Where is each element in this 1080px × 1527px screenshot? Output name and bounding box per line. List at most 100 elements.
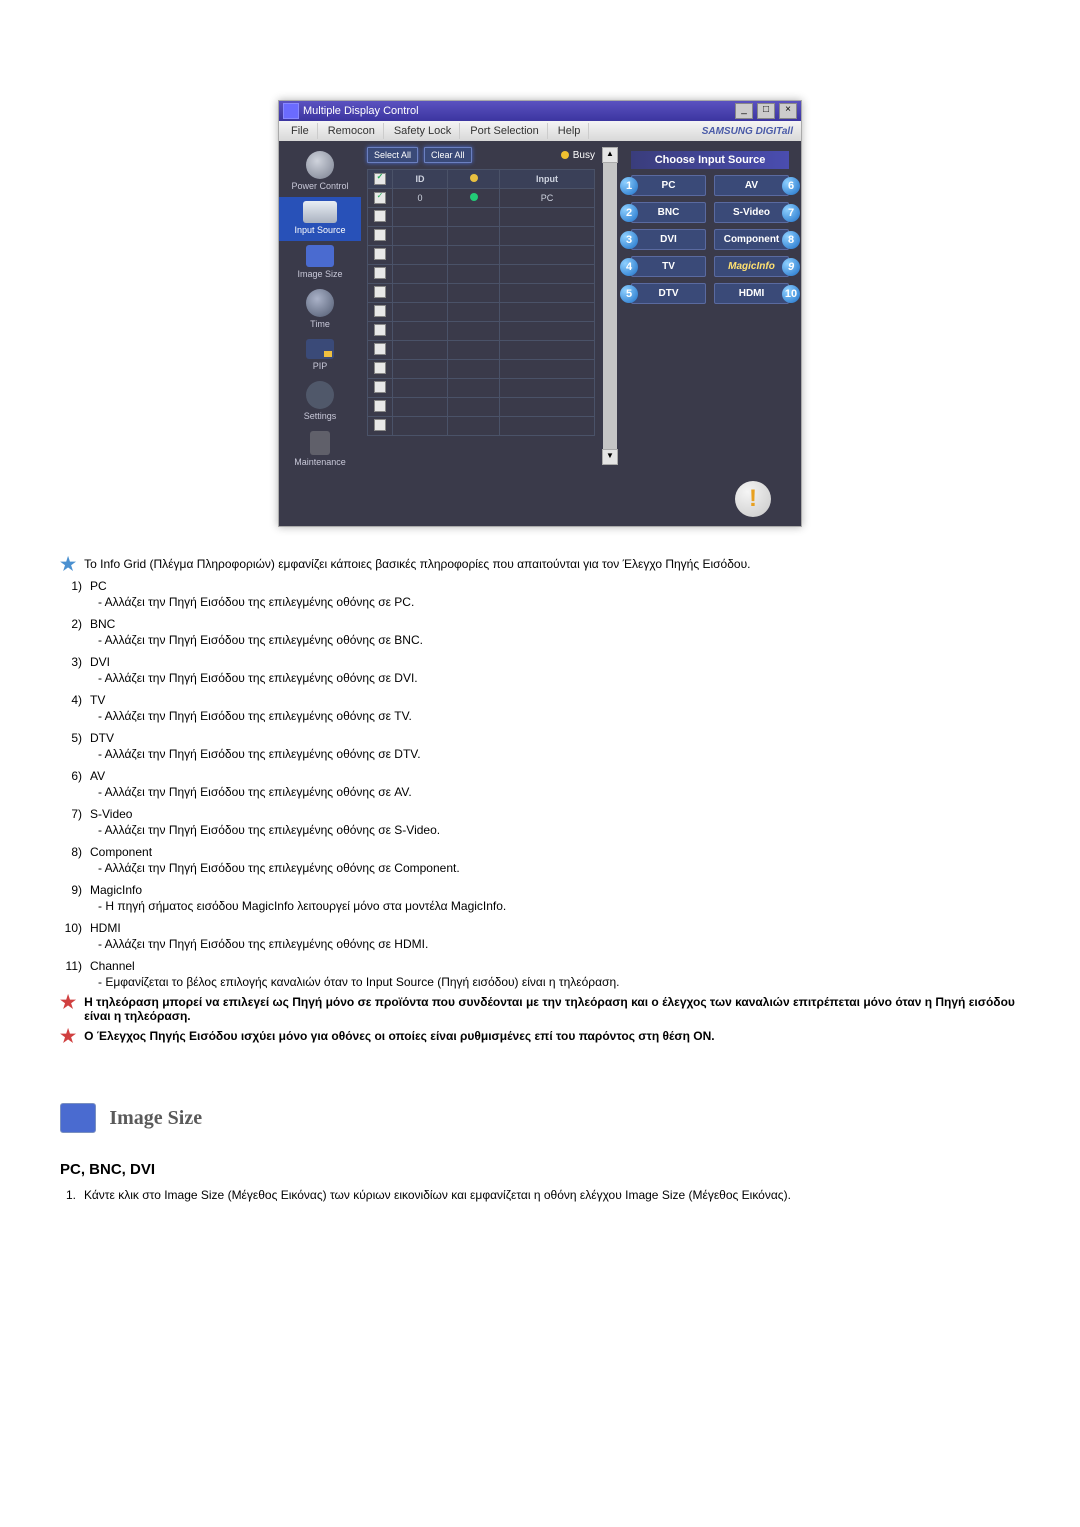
source-svideo-button[interactable]: S-Video 7 [714, 202, 789, 223]
star-icon: ★ [60, 557, 76, 571]
app-window: Multiple Display Control _ □ × File Remo… [278, 100, 802, 527]
minimize-button[interactable]: _ [735, 103, 753, 119]
callout-8: 8 [782, 231, 800, 249]
item-number: 11) [60, 959, 82, 973]
sidebar-label: Maintenance [294, 457, 346, 467]
sidebar-item-time[interactable]: Time [279, 285, 361, 335]
table-row[interactable] [368, 246, 595, 265]
star-icon: ★ [60, 995, 76, 1023]
table-row[interactable] [368, 379, 595, 398]
menu-port-selection[interactable]: Port Selection [462, 123, 547, 139]
item-name: MagicInfo [90, 883, 142, 897]
item-name: DVI [90, 655, 110, 669]
source-dvi-button[interactable]: 3 DVI [631, 229, 706, 250]
brand-label: SAMSUNG DIGITall [591, 126, 797, 137]
item-number: 5) [60, 731, 82, 745]
source-label: DTV [659, 288, 679, 299]
source-label: TV [662, 261, 675, 272]
table-row[interactable] [368, 360, 595, 379]
col-status[interactable] [448, 170, 500, 189]
source-pc-button[interactable]: 1 PC [631, 175, 706, 196]
sidebar-label: Power Control [291, 181, 348, 191]
item-number: 2) [60, 617, 82, 631]
table-row[interactable] [368, 322, 595, 341]
item-desc: - Αλλάζει την Πηγή Εισόδου της επιλεγμέν… [98, 633, 1020, 647]
maximize-button[interactable]: □ [757, 103, 775, 119]
app-icon [283, 103, 299, 119]
time-icon [306, 289, 334, 317]
checkbox-icon[interactable] [374, 192, 386, 204]
table-row[interactable] [368, 227, 595, 246]
source-tv-button[interactable]: 4 TV [631, 256, 706, 277]
table-row[interactable]: 0 PC [368, 189, 595, 208]
sidebar-label: Input Source [294, 225, 345, 235]
item-name: Channel [90, 959, 135, 973]
scroll-up-icon[interactable]: ▲ [602, 147, 618, 163]
choose-input-title: Choose Input Source [631, 151, 789, 169]
desc-item: 2)BNC [60, 617, 1020, 631]
clear-all-button[interactable]: Clear All [424, 147, 472, 163]
menu-safety-lock[interactable]: Safety Lock [386, 123, 460, 139]
sidebar-item-pip[interactable]: PIP [279, 335, 361, 377]
settings-icon [306, 381, 334, 409]
checkbox-icon[interactable] [374, 267, 386, 279]
checkbox-icon[interactable] [374, 229, 386, 241]
checkbox-icon[interactable] [374, 305, 386, 317]
item-desc: - Εμφανίζεται το βέλος επιλογής καναλιών… [98, 975, 1020, 989]
col-input[interactable]: Input [500, 170, 595, 189]
source-av-button[interactable]: AV 6 [714, 175, 789, 196]
note-text: Η τηλεόραση μπορεί να επιλεγεί ως Πηγή μ… [84, 995, 1020, 1023]
step-text: Κάντε κλικ στο Image Size (Μέγεθος Εικόν… [84, 1188, 791, 1202]
item-desc: - Η πηγή σήματος εισόδου MagicInfo λειτο… [98, 899, 1020, 913]
checkbox-icon[interactable] [374, 210, 386, 222]
table-row[interactable] [368, 341, 595, 360]
table-row[interactable] [368, 417, 595, 436]
checkbox-icon[interactable] [374, 419, 386, 431]
select-all-button[interactable]: Select All [367, 147, 418, 163]
sidebar-item-image-size[interactable]: Image Size [279, 241, 361, 285]
source-hdmi-button[interactable]: HDMI 10 [714, 283, 789, 304]
item-name: PC [90, 579, 107, 593]
item-number: 9) [60, 883, 82, 897]
source-component-button[interactable]: Component 8 [714, 229, 789, 250]
item-desc: - Αλλάζει την Πηγή Εισόδου της επιλεγμέν… [98, 709, 1020, 723]
info-grid-area: Select All Clear All Busy ID [367, 147, 595, 465]
item-number: 1) [60, 579, 82, 593]
checkbox-icon[interactable] [374, 248, 386, 260]
table-row[interactable] [368, 398, 595, 417]
checkbox-icon[interactable] [374, 286, 386, 298]
input-source-icon [303, 201, 337, 223]
source-bnc-button[interactable]: 2 BNC [631, 202, 706, 223]
checkbox-icon[interactable] [374, 324, 386, 336]
callout-6: 6 [782, 177, 800, 195]
checkbox-icon[interactable] [374, 381, 386, 393]
info-grid: ID Input 0 PC [367, 169, 595, 436]
desc-item: 6)AV [60, 769, 1020, 783]
menu-file[interactable]: File [283, 123, 318, 139]
checkbox-icon[interactable] [374, 343, 386, 355]
desc-item: 8)Component [60, 845, 1020, 859]
image-size-section-icon [60, 1103, 96, 1133]
col-id[interactable]: ID [393, 170, 448, 189]
source-label: S-Video [733, 207, 770, 218]
table-row[interactable] [368, 208, 595, 227]
sidebar-item-input-source[interactable]: Input Source [279, 197, 361, 241]
menu-remocon[interactable]: Remocon [320, 123, 384, 139]
scroll-down-icon[interactable]: ▼ [602, 449, 618, 465]
sidebar-item-power-control[interactable]: Power Control [279, 147, 361, 197]
close-button[interactable]: × [779, 103, 797, 119]
busy-indicator: Busy [561, 150, 595, 161]
col-checkbox[interactable] [368, 170, 393, 189]
source-magicinfo-button[interactable]: MagicInfo 9 [714, 256, 789, 277]
table-row[interactable] [368, 265, 595, 284]
sidebar-item-settings[interactable]: Settings [279, 377, 361, 427]
source-dtv-button[interactable]: 5 DTV [631, 283, 706, 304]
sidebar-item-maintenance[interactable]: Maintenance [279, 427, 361, 473]
checkbox-icon[interactable] [374, 400, 386, 412]
checkbox-icon[interactable] [374, 362, 386, 374]
table-row[interactable] [368, 303, 595, 322]
menu-help[interactable]: Help [550, 123, 590, 139]
sidebar-label: Image Size [297, 269, 342, 279]
grid-scrollbar[interactable]: ▲ ▼ [603, 147, 617, 465]
table-row[interactable] [368, 284, 595, 303]
